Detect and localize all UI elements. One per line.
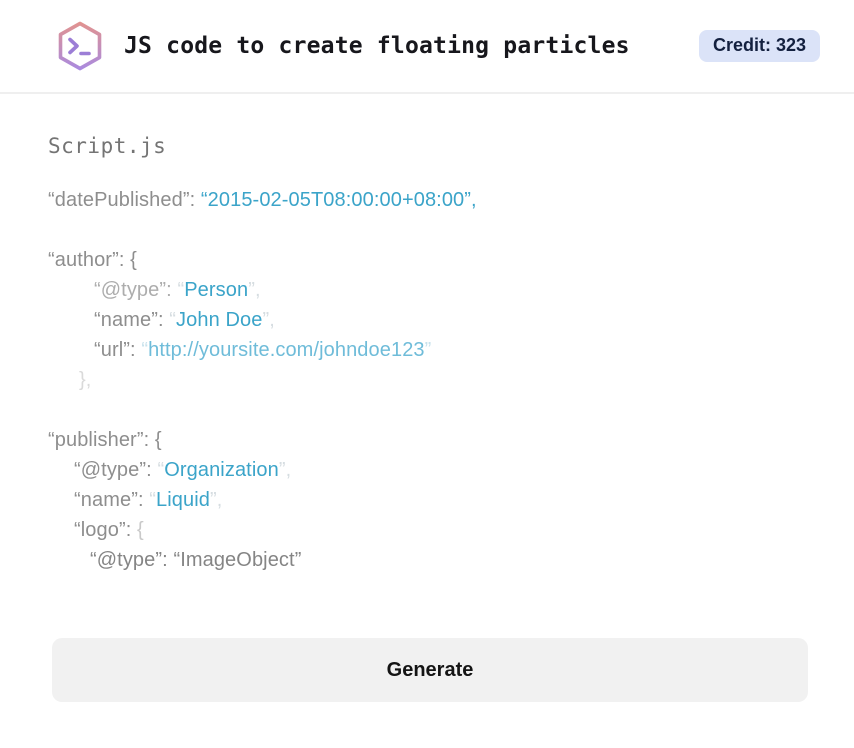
code-segment: http://yoursite.com/johndoe123 — [148, 339, 425, 361]
code-line: “@type”: “Organization”, — [48, 455, 806, 485]
code-line: “publisher”: { — [48, 425, 806, 455]
code-segment: ”, — [262, 309, 275, 331]
code-line: “@type”: “Person”, — [48, 275, 806, 305]
code-line: “datePublished”: “2015-02-05T08:00:00+08… — [48, 185, 806, 215]
code-segment: “name”: — [74, 489, 150, 511]
code-segment: “@type” — [94, 279, 167, 301]
code-segment: { — [137, 519, 144, 541]
code-segment: “author”: { — [48, 249, 137, 271]
code-block: “datePublished”: “2015-02-05T08:00:00+08… — [48, 185, 806, 575]
generate-button[interactable]: Generate — [52, 638, 808, 702]
code-segment: “2015-02-05T08:00:00+08:00”, — [200, 189, 477, 211]
code-line: “url”: “http://yoursite.com/johndoe123” — [48, 335, 806, 365]
content-area: Script.js “datePublished”: “2015-02-05T0… — [0, 94, 854, 575]
page-title: JS code to create floating particles — [124, 33, 630, 59]
code-segment: “publisher”: { — [48, 429, 162, 451]
code-line: “name”: “Liquid”, — [48, 485, 806, 515]
code-line: “name”: “John Doe”, — [48, 305, 806, 335]
code-segment: }, — [79, 369, 92, 391]
generate-button-container: Generate — [52, 638, 808, 702]
code-segment: “@type”: — [74, 459, 158, 481]
terminal-hexagon-icon — [52, 18, 108, 74]
code-segment: “url”: — [94, 339, 142, 361]
code-segment: “@type”: “ImageObject” — [90, 549, 302, 571]
code-segment: ”, — [248, 279, 261, 301]
code-segment: John Doe — [176, 309, 263, 331]
code-segment: “datePublished”: — [48, 189, 201, 211]
code-segment: “logo”: — [74, 519, 138, 541]
code-segment: : — [166, 279, 178, 301]
code-segment: ” — [424, 339, 432, 361]
code-segment: ”, — [278, 459, 292, 481]
code-line: “@type”: “ImageObject” — [48, 545, 806, 575]
code-segment: Organization — [164, 459, 279, 481]
code-segment: Liquid — [156, 489, 211, 511]
code-segment: “name”: — [94, 309, 170, 331]
credit-badge: Credit: 323 — [698, 30, 820, 62]
app-header: JS code to create floating particles Cre… — [0, 0, 854, 94]
code-segment: Person — [184, 279, 249, 301]
file-name-label: Script.js — [48, 134, 167, 158]
code-segment: ”, — [210, 489, 223, 511]
code-line: “author”: { — [48, 245, 806, 275]
code-line: }, — [48, 365, 806, 395]
code-line: “logo”: { — [48, 515, 806, 545]
